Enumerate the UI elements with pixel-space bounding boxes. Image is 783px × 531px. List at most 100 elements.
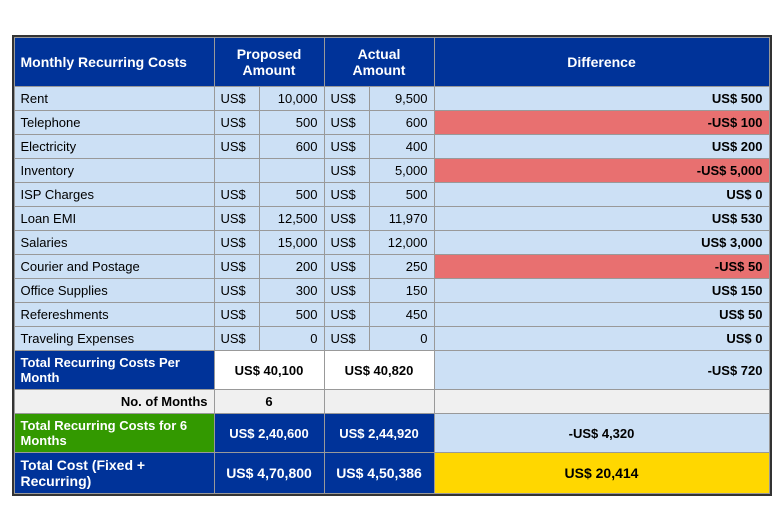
prop-currency: US$: [214, 231, 259, 255]
row-name: ISP Charges: [14, 183, 214, 207]
diff-value: -US$ 5,000: [434, 159, 769, 183]
act-currency: US$: [324, 183, 369, 207]
prop-value: [259, 159, 324, 183]
row-name: Courier and Postage: [14, 255, 214, 279]
total-month-prop: US$ 40,100: [214, 351, 324, 390]
months-diff-empty: [434, 390, 769, 414]
act-value: 400: [369, 135, 434, 159]
row-name: Electricity: [14, 135, 214, 159]
total6-row: Total Recurring Costs for 6 Months US$ 2…: [14, 414, 769, 453]
prop-value: 500: [259, 111, 324, 135]
diff-value: US$ 0: [434, 183, 769, 207]
table-row: Rent US$ 10,000 US$ 9,500 US$ 500: [14, 87, 769, 111]
main-container: Monthly Recurring Costs Proposed Amount …: [12, 35, 772, 496]
prop-value: 300: [259, 279, 324, 303]
total6-prop: US$ 2,40,600: [214, 414, 324, 453]
row-name: Office Supplies: [14, 279, 214, 303]
total-month-row: Total Recurring Costs Per Month US$ 40,1…: [14, 351, 769, 390]
table-row: Electricity US$ 600 US$ 400 US$ 200: [14, 135, 769, 159]
prop-currency: US$: [214, 207, 259, 231]
grand-diff: US$ 20,414: [434, 453, 769, 494]
act-value: 0: [369, 327, 434, 351]
header-actual: Actual Amount: [324, 38, 434, 87]
act-value: 500: [369, 183, 434, 207]
diff-value: US$ 530: [434, 207, 769, 231]
row-name: Inventory: [14, 159, 214, 183]
diff-value: US$ 200: [434, 135, 769, 159]
act-currency: US$: [324, 159, 369, 183]
months-row: No. of Months 6: [14, 390, 769, 414]
act-currency: US$: [324, 327, 369, 351]
act-currency: US$: [324, 279, 369, 303]
table-row: Inventory US$ 5,000 -US$ 5,000: [14, 159, 769, 183]
total-month-label: Total Recurring Costs Per Month: [14, 351, 214, 390]
act-currency: US$: [324, 255, 369, 279]
prop-value: 0: [259, 327, 324, 351]
row-name: Salaries: [14, 231, 214, 255]
act-currency: US$: [324, 303, 369, 327]
act-value: 11,970: [369, 207, 434, 231]
table-row: Office Supplies US$ 300 US$ 150 US$ 150: [14, 279, 769, 303]
prop-currency: US$: [214, 279, 259, 303]
months-empty: [324, 390, 434, 414]
act-currency: US$: [324, 207, 369, 231]
prop-currency: US$: [214, 87, 259, 111]
prop-value: 600: [259, 135, 324, 159]
act-value: 600: [369, 111, 434, 135]
prop-value: 500: [259, 183, 324, 207]
prop-currency: [214, 159, 259, 183]
header-difference: Difference: [434, 38, 769, 87]
months-label: No. of Months: [14, 390, 214, 414]
grand-total-row: Total Cost (Fixed + Recurring) US$ 4,70,…: [14, 453, 769, 494]
header-category: Monthly Recurring Costs: [14, 38, 214, 87]
diff-value: -US$ 100: [434, 111, 769, 135]
prop-currency: US$: [214, 183, 259, 207]
row-name: Rent: [14, 87, 214, 111]
prop-value: 12,500: [259, 207, 324, 231]
prop-currency: US$: [214, 255, 259, 279]
grand-prop: US$ 4,70,800: [214, 453, 324, 494]
diff-value: US$ 150: [434, 279, 769, 303]
prop-currency: US$: [214, 327, 259, 351]
grand-label: Total Cost (Fixed + Recurring): [14, 453, 214, 494]
prop-value: 10,000: [259, 87, 324, 111]
prop-currency: US$: [214, 111, 259, 135]
act-value: 250: [369, 255, 434, 279]
act-value: 5,000: [369, 159, 434, 183]
total6-act: US$ 2,44,920: [324, 414, 434, 453]
act-value: 9,500: [369, 87, 434, 111]
table-row: Refereshments US$ 500 US$ 450 US$ 50: [14, 303, 769, 327]
act-currency: US$: [324, 87, 369, 111]
header-proposed: Proposed Amount: [214, 38, 324, 87]
total-month-act: US$ 40,820: [324, 351, 434, 390]
prop-currency: US$: [214, 303, 259, 327]
table-row: Telephone US$ 500 US$ 600 -US$ 100: [14, 111, 769, 135]
prop-value: 200: [259, 255, 324, 279]
diff-value: US$ 3,000: [434, 231, 769, 255]
row-name: Loan EMI: [14, 207, 214, 231]
prop-value: 500: [259, 303, 324, 327]
diff-value: -US$ 50: [434, 255, 769, 279]
act-currency: US$: [324, 135, 369, 159]
row-name: Traveling Expenses: [14, 327, 214, 351]
table-row: ISP Charges US$ 500 US$ 500 US$ 0: [14, 183, 769, 207]
diff-value: US$ 500: [434, 87, 769, 111]
months-value: 6: [214, 390, 324, 414]
table-row: Loan EMI US$ 12,500 US$ 11,970 US$ 530: [14, 207, 769, 231]
prop-value: 15,000: [259, 231, 324, 255]
header-row: Monthly Recurring Costs Proposed Amount …: [14, 38, 769, 87]
grand-act: US$ 4,50,386: [324, 453, 434, 494]
act-value: 150: [369, 279, 434, 303]
act-currency: US$: [324, 111, 369, 135]
act-value: 12,000: [369, 231, 434, 255]
row-name: Telephone: [14, 111, 214, 135]
act-currency: US$: [324, 231, 369, 255]
prop-currency: US$: [214, 135, 259, 159]
act-value: 450: [369, 303, 434, 327]
table-row: Courier and Postage US$ 200 US$ 250 -US$…: [14, 255, 769, 279]
diff-value: US$ 0: [434, 327, 769, 351]
table-row: Salaries US$ 15,000 US$ 12,000 US$ 3,000: [14, 231, 769, 255]
diff-value: US$ 50: [434, 303, 769, 327]
total-month-diff: -US$ 720: [434, 351, 769, 390]
table-row: Traveling Expenses US$ 0 US$ 0 US$ 0: [14, 327, 769, 351]
